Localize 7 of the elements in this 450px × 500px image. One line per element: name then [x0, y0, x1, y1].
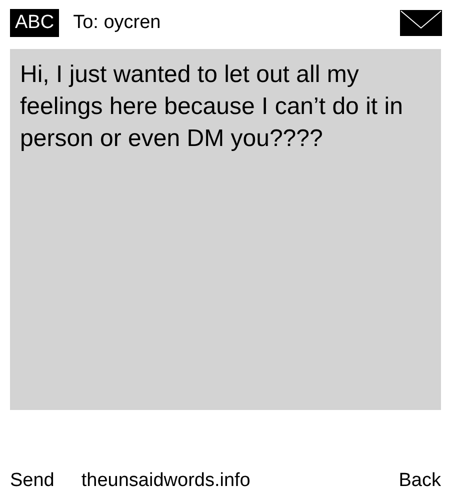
- send-button[interactable]: Send: [10, 470, 54, 492]
- website-label: theunsaidwords.info: [81, 470, 252, 492]
- message-field[interactable]: Hi, I just wanted to let out all my feelings here because I can’t do it in person or even DM you????: [10, 49, 441, 410]
- envelope-icon: [400, 10, 442, 36]
- back-button[interactable]: Back: [398, 470, 441, 492]
- input-mode-badge: ABC: [10, 9, 60, 37]
- recipient-label: To: oycren: [73, 12, 162, 34]
